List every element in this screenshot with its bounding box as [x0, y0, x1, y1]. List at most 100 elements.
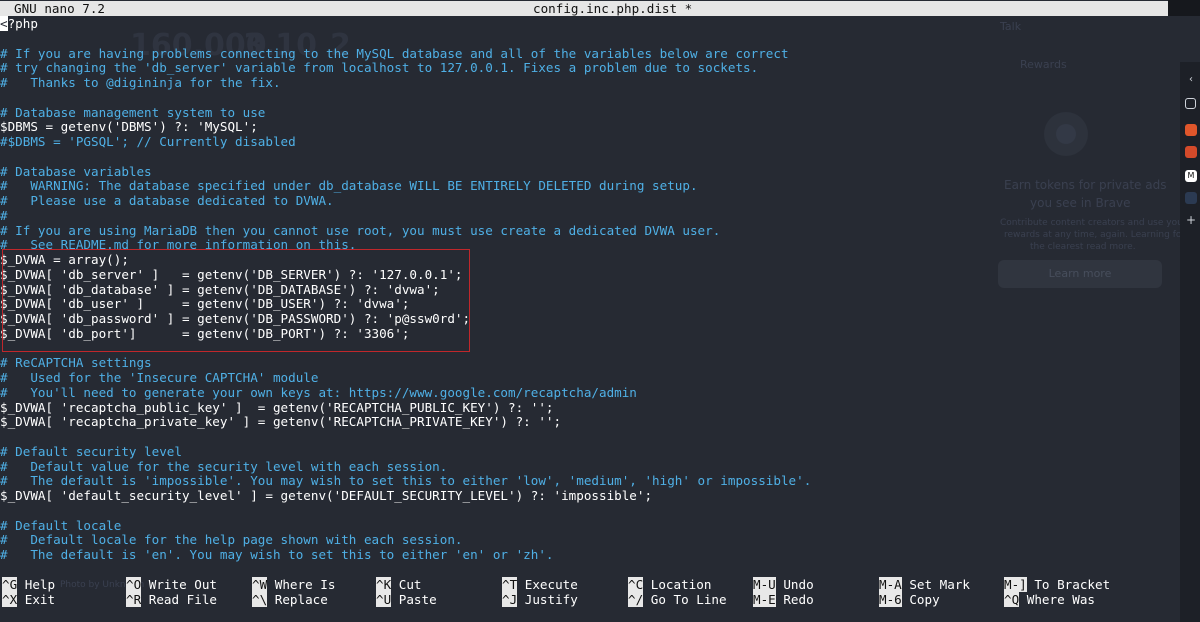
shortcut-key: M-E — [753, 592, 776, 607]
shortcut-label: Where Was — [1019, 592, 1095, 607]
shortcut-label: Help — [17, 577, 56, 592]
code-line[interactable]: $_DVWA[ 'db_database' ] = getenv('DB_DAT… — [0, 282, 1180, 298]
shortcut-key: ^\ — [252, 592, 268, 607]
comment-line[interactable]: # Database variables — [0, 164, 1180, 180]
comment-line[interactable]: # Default security level — [0, 444, 1180, 460]
nano-title-bar: GNU nano 7.2 config.inc.php.dist * — [0, 1, 1168, 16]
shortcut-key: ^T — [502, 577, 518, 592]
brave-shield-icon[interactable] — [1185, 124, 1197, 136]
comment-line[interactable]: # See README.md for more information on … — [0, 237, 1180, 253]
terminal-icon[interactable] — [1185, 192, 1197, 204]
shortcut-where-is[interactable]: ^W Where Is — [252, 577, 335, 592]
code-line[interactable]: $_DVWA[ 'db_user' ] = getenv('DB_USER') … — [0, 296, 1180, 312]
shortcut-where-was[interactable]: ^Q Where Was — [1004, 592, 1095, 607]
shortcut-key: ^K — [376, 577, 392, 592]
code-line[interactable] — [0, 150, 1180, 165]
shortcut-copy[interactable]: M-6 Copy — [879, 592, 940, 607]
shortcut-location[interactable]: ^C Location — [628, 577, 711, 592]
file-name-label: config.inc.php.dist * — [533, 1, 693, 16]
shortcut-label: Copy — [901, 592, 940, 607]
shortcut-label: Go To Line — [643, 592, 727, 607]
shortcut-key: ^C — [628, 577, 644, 592]
shortcut-key: M-] — [1004, 577, 1027, 592]
shortcut-key: ^Q — [1004, 592, 1020, 607]
sidebar-panel-icon[interactable] — [1185, 98, 1196, 109]
text-cursor: < — [0, 16, 8, 31]
shortcut-key: ^/ — [628, 592, 644, 607]
extension-icon[interactable] — [1185, 146, 1197, 158]
editor-buffer[interactable]: <?php # If you are having problems connec… — [0, 16, 1180, 563]
comment-line[interactable]: # The default is 'en'. You may wish to s… — [0, 547, 1180, 563]
shortcut-label: Exit — [17, 592, 56, 607]
shortcut-label: Replace — [267, 592, 328, 607]
shortcut-redo[interactable]: M-E Redo — [753, 592, 814, 607]
comment-line[interactable]: # ReCAPTCHA settings — [0, 355, 1180, 371]
shortcut-replace[interactable]: ^\ Replace — [252, 592, 328, 607]
code-line[interactable]: $_DVWA[ 'db_port'] = getenv('DB_PORT') ?… — [0, 326, 1180, 342]
shortcut-key: ^X — [2, 592, 18, 607]
shortcut-cut[interactable]: ^K Cut — [376, 577, 422, 592]
shortcut-key: ^G — [2, 577, 18, 592]
code-line[interactable] — [0, 430, 1180, 445]
shortcut-label: Cut — [391, 577, 422, 592]
comment-line[interactable]: # try changing the 'db_server' variable … — [0, 60, 1180, 76]
comment-line[interactable]: # Thanks to @digininja for the fix. — [0, 75, 1180, 91]
medium-icon[interactable]: M — [1185, 170, 1197, 182]
shortcut-label: Justify — [517, 592, 578, 607]
code-line[interactable]: $_DVWA = array(); — [0, 252, 1180, 268]
code-line[interactable] — [0, 342, 1180, 357]
code-line[interactable]: $_DVWA[ 'default_security_level' ] = get… — [0, 488, 1180, 504]
code-line[interactable]: <?php — [0, 16, 1180, 32]
comment-line[interactable]: # WARNING: The database specified under … — [0, 178, 1180, 194]
shortcut-label: To Bracket — [1026, 577, 1111, 592]
comment-line[interactable]: # If you are having problems connecting … — [0, 46, 1180, 62]
app-version-label: GNU nano 7.2 — [14, 1, 105, 16]
shortcut-label: Where Is — [267, 577, 336, 592]
shortcut-help[interactable]: ^G Help — [2, 577, 55, 592]
shortcut-exit[interactable]: ^X Exit — [2, 592, 55, 607]
comment-line[interactable]: # Default value for the security level w… — [0, 459, 1180, 475]
code-line[interactable]: $_DVWA[ 'db_password' ] = getenv('DB_PAS… — [0, 311, 1180, 327]
shortcut-key: M-6 — [879, 592, 902, 607]
shortcut-key: M-A — [879, 577, 902, 592]
shortcut-key: ^U — [376, 592, 392, 607]
comment-line[interactable]: # You'll need to generate your own keys … — [0, 385, 1180, 401]
shortcut-label: Paste — [391, 592, 437, 607]
code-line[interactable] — [0, 91, 1180, 106]
shortcut-key: ^W — [252, 577, 268, 592]
comment-line[interactable]: # The default is 'impossible'. You may w… — [0, 473, 1180, 489]
shortcut-write-out[interactable]: ^O Write Out — [126, 577, 217, 592]
shortcut-undo[interactable]: M-U Undo — [753, 577, 814, 592]
code-line[interactable] — [0, 504, 1180, 519]
code-line[interactable]: $_DVWA[ 'recaptcha_public_key' ] = geten… — [0, 400, 1180, 416]
plus-icon[interactable]: + — [1185, 214, 1197, 226]
shortcut-label: Set Mark — [901, 577, 970, 592]
shortcut-paste[interactable]: ^U Paste — [376, 592, 437, 607]
shortcut-execute[interactable]: ^T Execute — [502, 577, 578, 592]
shortcut-key: ^R — [126, 592, 142, 607]
comment-line[interactable]: #$DBMS = 'PGSQL'; // Currently disabled — [0, 134, 1180, 150]
code-line[interactable] — [0, 32, 1180, 47]
comment-line[interactable]: # — [0, 208, 1180, 224]
shortcut-to-bracket[interactable]: M-] To Bracket — [1004, 577, 1110, 592]
shortcut-label: Read File — [141, 592, 217, 607]
code-line[interactable]: $_DVWA[ 'db_server' ] = getenv('DB_SERVE… — [0, 267, 1180, 283]
shortcut-label: Write Out — [141, 577, 217, 592]
shortcut-key: ^J — [502, 592, 518, 607]
shortcut-label: Undo — [775, 577, 814, 592]
shortcut-go-to-line[interactable]: ^/ Go To Line — [628, 592, 727, 607]
comment-line[interactable]: # Database management system to use — [0, 105, 1180, 121]
chevron-left-icon[interactable]: ‹ — [1185, 74, 1197, 86]
comment-line[interactable]: # Please use a database dedicated to DVW… — [0, 193, 1180, 209]
shortcut-key: M-U — [753, 577, 776, 592]
comment-line[interactable]: # Default locale — [0, 518, 1180, 534]
shortcut-set-mark[interactable]: M-A Set Mark — [879, 577, 970, 592]
comment-line[interactable]: # Default locale for the help page shown… — [0, 532, 1180, 548]
code-line[interactable]: $_DVWA[ 'recaptcha_private_key' ] = gete… — [0, 414, 1180, 430]
code-line[interactable]: $DBMS = getenv('DBMS') ?: 'MySQL'; — [0, 119, 1180, 135]
comment-line[interactable]: # If you are using MariaDB then you cann… — [0, 223, 1180, 239]
shortcut-justify[interactable]: ^J Justify — [502, 592, 578, 607]
shortcut-label: Execute — [517, 577, 578, 592]
shortcut-read-file[interactable]: ^R Read File — [126, 592, 217, 607]
comment-line[interactable]: # Used for the 'Insecure CAPTCHA' module — [0, 370, 1180, 386]
